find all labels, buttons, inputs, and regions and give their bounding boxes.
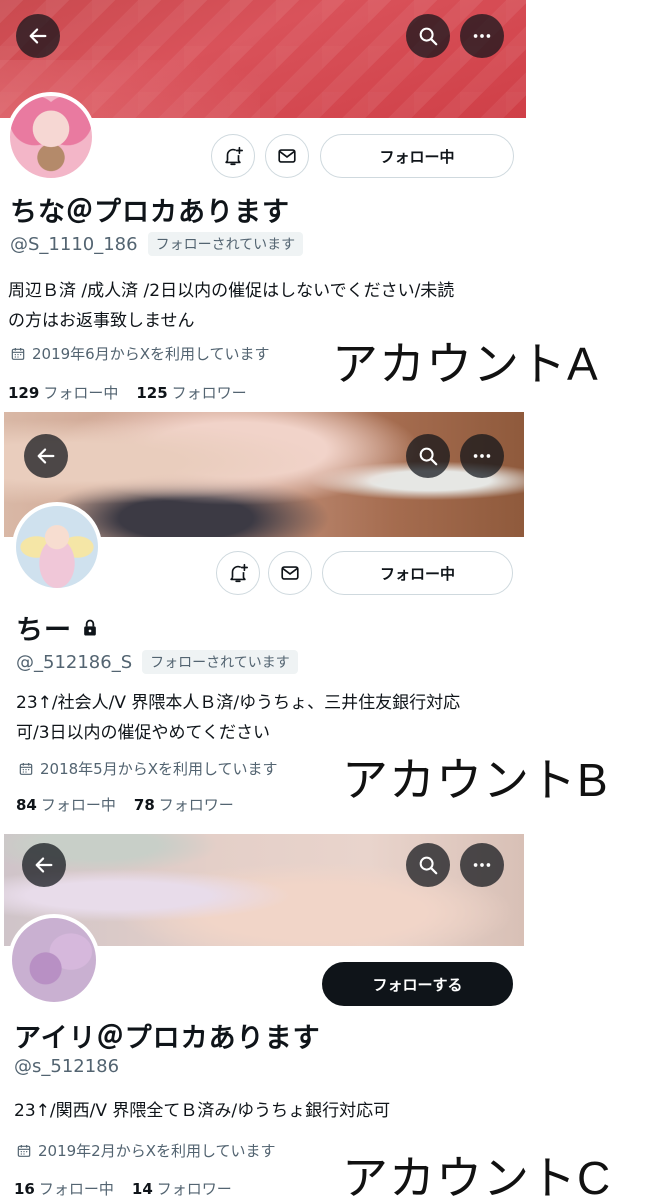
profile-card-a: フォロー中 ちな＠プロカあります @S_1110_186 フォローされています … bbox=[0, 0, 668, 410]
following-count: 129 bbox=[8, 384, 40, 402]
notify-button[interactable] bbox=[211, 134, 255, 178]
bio: 23↑/関西/V 界隈全てＢ済み/ゆうちょ銀行対応可 bbox=[14, 1096, 390, 1126]
following-link[interactable]: 16 フォロー中 bbox=[14, 1178, 114, 1199]
followers-link[interactable]: 14 フォロワー bbox=[132, 1178, 232, 1199]
back-arrow-icon bbox=[35, 857, 53, 873]
followers-link[interactable]: 125 フォロワー bbox=[136, 382, 246, 403]
following-label: フォロー中 bbox=[38, 1180, 114, 1198]
bio-line: 23↑/社会人/V 界隈本人Ｂ済/ゆうちょ、三井住友銀行対応 bbox=[16, 693, 461, 713]
joined-date: 2018年5月からXを利用しています bbox=[18, 758, 278, 779]
followers-label: フォロワー bbox=[156, 1180, 232, 1198]
mail-icon bbox=[281, 566, 299, 580]
message-button[interactable] bbox=[265, 134, 309, 178]
mail-icon bbox=[278, 149, 296, 163]
more-icon bbox=[473, 863, 491, 867]
back-button[interactable] bbox=[24, 434, 68, 478]
back-button[interactable] bbox=[16, 14, 60, 58]
notify-button[interactable] bbox=[216, 551, 260, 595]
more-button[interactable] bbox=[460, 843, 504, 887]
display-name: ちー bbox=[16, 608, 100, 647]
bio: 周辺Ｂ済 /成人済 /2日以内の催促はしないでください/未読 の方はお返事致しま… bbox=[8, 276, 454, 336]
handle-row: @_512186_S フォローされています bbox=[16, 650, 298, 674]
more-icon bbox=[473, 454, 491, 458]
following-count: 16 bbox=[14, 1180, 35, 1198]
search-icon bbox=[419, 447, 438, 466]
calendar-icon bbox=[11, 347, 25, 360]
handle-row: @S_1110_186 フォローされています bbox=[10, 232, 304, 256]
more-icon bbox=[473, 34, 491, 38]
more-button[interactable] bbox=[460, 434, 504, 478]
bell-plus-icon bbox=[225, 146, 243, 166]
display-name: ちな＠プロカあります bbox=[10, 197, 290, 228]
more-button[interactable] bbox=[460, 14, 504, 58]
followers-count: 78 bbox=[133, 796, 155, 814]
back-arrow-icon bbox=[29, 28, 47, 44]
following-button[interactable]: フォロー中 bbox=[322, 551, 513, 595]
joined-date: 2019年2月からXを利用しています bbox=[16, 1140, 276, 1161]
search-icon bbox=[419, 27, 438, 46]
joined-text: 2019年6月からXを利用しています bbox=[32, 345, 270, 363]
profile-banner bbox=[0, 0, 526, 118]
following-link[interactable]: 129 フォロー中 bbox=[8, 382, 118, 403]
bio-line: 周辺Ｂ済 /成人済 /2日以内の催促はしないでください/未読 bbox=[8, 281, 455, 301]
bell-plus-icon bbox=[230, 563, 248, 583]
display-name-text: ちー bbox=[16, 615, 72, 646]
username: @s_512186 bbox=[14, 1056, 120, 1077]
search-button[interactable] bbox=[406, 843, 450, 887]
back-button[interactable] bbox=[22, 843, 66, 887]
profile-card-c: フォローする アイリ＠プロカあります @s_512186 23↑/関西/V 界隈… bbox=[0, 828, 668, 1200]
calendar-icon bbox=[19, 762, 33, 775]
account-label: アカウントA bbox=[332, 338, 599, 390]
follow-button[interactable]: フォローする bbox=[322, 962, 513, 1006]
following-count: 84 bbox=[16, 796, 37, 814]
followers-link[interactable]: 78 フォロワー bbox=[134, 794, 234, 815]
following-label: フォロー中 bbox=[43, 384, 119, 402]
bio-line: 23↑/関西/V 界隈全てＢ済み/ゆうちょ銀行対応可 bbox=[14, 1101, 391, 1121]
joined-text: 2018年5月からXを利用しています bbox=[40, 760, 278, 778]
follow-stats: 84 フォロー中 78 フォロワー bbox=[16, 794, 234, 815]
joined-text: 2019年2月からXを利用しています bbox=[38, 1142, 276, 1160]
bio: 23↑/社会人/V 界隈本人Ｂ済/ゆうちょ、三井住友銀行対応 可/3日以内の催促… bbox=[16, 688, 460, 748]
followers-count: 125 bbox=[136, 384, 168, 402]
profile-card-b: フォロー中 ちー @_512186_S フォローされています 23↑/社会人/V… bbox=[0, 410, 668, 828]
message-button[interactable] bbox=[268, 551, 312, 595]
back-arrow-icon bbox=[37, 448, 55, 464]
following-link[interactable]: 84 フォロー中 bbox=[16, 794, 116, 815]
following-label: フォロー中 bbox=[40, 796, 116, 814]
lock-icon bbox=[84, 619, 96, 635]
avatar[interactable] bbox=[12, 502, 102, 592]
search-icon bbox=[419, 856, 438, 875]
search-button[interactable] bbox=[406, 14, 450, 58]
username: @_512186_S bbox=[16, 651, 133, 673]
followers-count: 14 bbox=[131, 1180, 153, 1198]
account-label: アカウントC bbox=[342, 1152, 612, 1200]
account-label: アカウントB bbox=[342, 754, 609, 806]
calendar-icon bbox=[17, 1144, 31, 1157]
avatar[interactable] bbox=[8, 914, 100, 1006]
followers-label: フォロワー bbox=[158, 796, 234, 814]
search-button[interactable] bbox=[406, 434, 450, 478]
avatar[interactable] bbox=[6, 92, 96, 182]
follows-you-badge: フォローされています bbox=[147, 232, 304, 256]
display-name: アイリ＠プロカあります bbox=[14, 1023, 321, 1054]
follow-stats: 16 フォロー中 14 フォロワー bbox=[14, 1178, 232, 1199]
follows-you-badge: フォローされています bbox=[142, 650, 298, 674]
follow-stats: 129 フォロー中 125 フォロワー bbox=[8, 382, 247, 403]
joined-date: 2019年6月からXを利用しています bbox=[10, 343, 270, 364]
following-button[interactable]: フォロー中 bbox=[320, 134, 514, 178]
username: @S_1110_186 bbox=[10, 233, 138, 255]
followers-label: フォロワー bbox=[171, 384, 247, 402]
handle-row: @s_512186 bbox=[14, 1056, 119, 1077]
